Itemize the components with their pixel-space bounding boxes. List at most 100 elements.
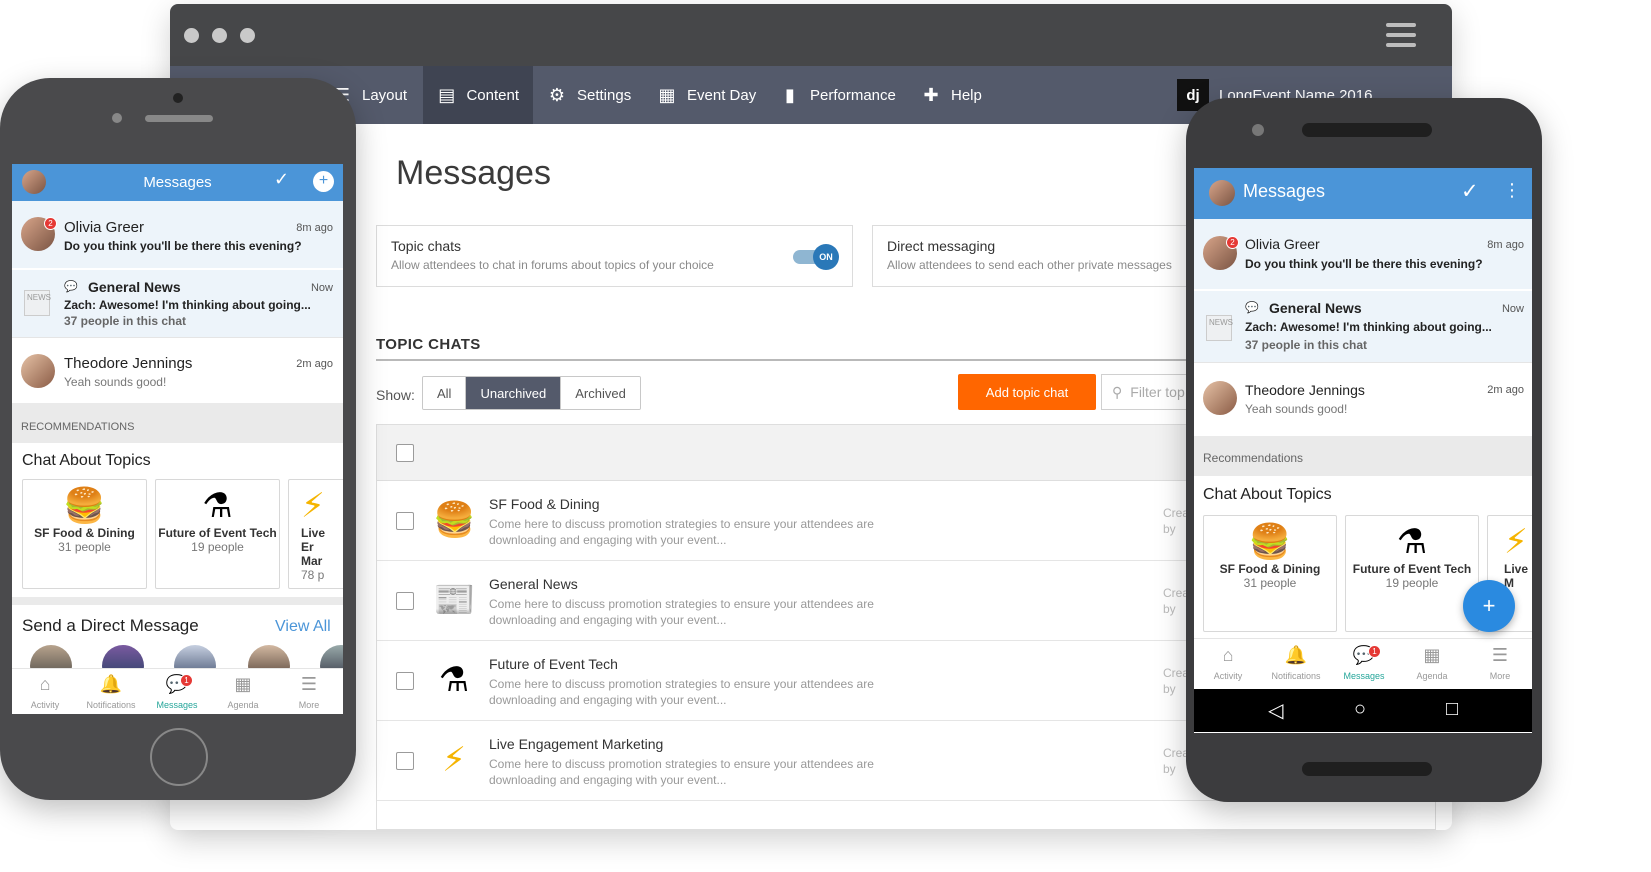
newspaper-icon: NEWS (24, 290, 51, 316)
window-dot[interactable] (240, 28, 255, 43)
android-device: Messages ✓ ⋮ 2 Olivia Greer 8m ago Do yo… (1186, 98, 1542, 802)
check-icon[interactable]: ✓ (274, 169, 289, 190)
add-topic-chat-button[interactable]: Add topic chat (958, 374, 1096, 410)
row-name[interactable]: SF Food & Dining (489, 496, 600, 512)
message-item[interactable]: Theodore Jennings 2m ago Yeah sounds goo… (12, 337, 343, 403)
nav-help[interactable]: ✚ Help (907, 66, 996, 124)
message-text: Do you think you'll be there this evenin… (64, 239, 302, 253)
message-time: 2m ago (1487, 384, 1524, 396)
unread-badge: 2 (1226, 236, 1239, 249)
android-screen: Messages ✓ ⋮ 2 Olivia Greer 8m ago Do yo… (1194, 168, 1532, 733)
nav-performance[interactable]: ▮ Performance (766, 66, 910, 124)
nav-event-day[interactable]: ▦ Event Day (643, 66, 770, 124)
app-header: Messages ✓ + (12, 164, 343, 201)
nav-label: Layout (362, 86, 408, 104)
tab-more[interactable]: ☰ More (276, 674, 342, 713)
nav-content[interactable]: ▤ Content (423, 66, 533, 124)
recents-icon[interactable]: □ (1446, 698, 1458, 721)
help-kit-icon: ✚ (923, 84, 939, 105)
tab-notifications[interactable]: 🔔 Notifications (78, 674, 144, 713)
view-all-link[interactable]: View All (275, 618, 331, 636)
calendar-icon: ▦ (234, 674, 252, 694)
tab-label: Notifications (86, 700, 136, 710)
filter-archived[interactable]: Archived (561, 377, 640, 409)
message-name: Theodore Jennings (1245, 382, 1365, 398)
row-checkbox[interactable] (396, 672, 414, 690)
show-label: Show: (376, 387, 415, 403)
tab-messages[interactable]: 💬 Messages 1 (144, 674, 210, 713)
message-sub: 37 people in this chat (1245, 338, 1368, 352)
home-icon: ⌂ (1222, 645, 1234, 665)
hamburger-menu-icon[interactable] (1386, 23, 1416, 47)
message-time: Now (310, 282, 333, 294)
new-chat-fab[interactable]: + (1463, 580, 1515, 632)
message-sub: 37 people in this chat (64, 314, 187, 328)
topic-card[interactable]: 🍔 SF Food & Dining 31 people (1203, 515, 1337, 632)
topic-card[interactable]: ⚗ Future of Event Tech 19 people (155, 479, 280, 589)
nav-settings[interactable]: ⚙ Settings (533, 66, 645, 124)
back-icon[interactable]: ◁ (1268, 698, 1283, 723)
home-circle-icon[interactable]: ○ (1354, 698, 1366, 721)
topic-count: 19 people (191, 540, 244, 554)
nav-label: Content (466, 86, 519, 104)
setting-desc: Allow attendees to send each other priva… (887, 258, 1172, 272)
nav-label: Event Day (687, 86, 757, 104)
topic-name: Live M (1504, 562, 1529, 590)
message-time: Now (1501, 303, 1524, 315)
row-desc: Come here to discuss promotion strategie… (489, 517, 874, 547)
unread-badge: 2 (44, 217, 57, 230)
bell-icon: 🔔 (99, 674, 123, 694)
topic-name: SF Food & Dining (1219, 562, 1321, 576)
tab-messages[interactable]: 💬 Messages 1 (1330, 645, 1398, 684)
message-text: Do you think you'll be there this evenin… (1245, 257, 1483, 271)
toggle-state: ON (813, 244, 839, 270)
row-checkbox[interactable] (396, 592, 414, 610)
row-desc: Come here to discuss promotion strategie… (489, 757, 874, 787)
tab-notifications[interactable]: 🔔 Notifications (1262, 645, 1330, 684)
row-name[interactable]: General News (489, 576, 578, 592)
topic-name: SF Food & Dining (34, 526, 135, 540)
select-all-checkbox[interactable] (396, 444, 414, 462)
topic-card[interactable]: ⚗ Future of Event Tech 19 people (1345, 515, 1479, 632)
filter-all[interactable]: All (423, 377, 467, 409)
message-name: General News (88, 279, 181, 295)
message-item[interactable]: NEWS 💬 General News Now Zach: Awesome! I… (1194, 290, 1532, 362)
row-name[interactable]: Live Engagement Marketing (489, 736, 663, 752)
window-dot[interactable] (184, 28, 199, 43)
message-item[interactable]: Theodore Jennings 2m ago Yeah sounds goo… (1194, 362, 1532, 434)
tab-agenda[interactable]: ▦ Agenda (1398, 645, 1466, 684)
row-checkbox[interactable] (396, 512, 414, 530)
window-dot[interactable] (212, 28, 227, 43)
home-button[interactable] (150, 728, 208, 786)
dm-title: Send a Direct Message (22, 616, 199, 635)
camera (173, 93, 183, 103)
document-icon: ▤ (438, 84, 456, 105)
overflow-menu-icon[interactable]: ⋮ (1503, 180, 1521, 201)
bar-chart-icon: ▮ (785, 84, 795, 105)
tab-bar: ⌂ Activity 🔔 Notifications 💬 Messages 1 ▦ Ag… (12, 668, 343, 714)
tab-activity[interactable]: ⌂ Activity (12, 674, 78, 713)
topic-card[interactable]: ⚡ Live Er Mar 78 p (288, 479, 343, 589)
setting-title: Topic chats (391, 238, 462, 254)
row-checkbox[interactable] (396, 752, 414, 770)
check-icon[interactable]: ✓ (1461, 179, 1479, 204)
menu-icon: ☰ (1491, 645, 1509, 665)
chat-bubble-icon: 💬 (165, 674, 189, 694)
app-header: Messages ✓ ⋮ (1194, 168, 1532, 219)
tab-more[interactable]: ☰ More (1466, 645, 1532, 684)
nav-label: Performance (810, 86, 896, 104)
new-message-icon[interactable]: + (313, 171, 334, 192)
setting-desc: Allow attendees to chat in forums about … (391, 258, 714, 272)
newspaper-icon: NEWS (1206, 315, 1233, 341)
message-item[interactable]: 2 Olivia Greer 8m ago Do you think you'l… (12, 201, 343, 268)
row-name[interactable]: Future of Event Tech (489, 656, 618, 672)
avatar[interactable] (1209, 180, 1235, 206)
filter-unarchived[interactable]: Unarchived (466, 377, 562, 409)
message-item[interactable]: NEWS 💬 General News Now Zach: Awesome! I… (12, 269, 343, 337)
topic-chats-toggle[interactable]: ON (793, 244, 839, 270)
message-item[interactable]: 2 Olivia Greer 8m ago Do you think you'l… (1194, 219, 1532, 289)
tab-activity[interactable]: ⌂ Activity (1194, 645, 1262, 684)
tab-agenda[interactable]: ▦ Agenda (210, 674, 276, 713)
tab-badge: 1 (1368, 645, 1381, 658)
topic-card[interactable]: 🍔 SF Food & Dining 31 people (22, 479, 147, 589)
